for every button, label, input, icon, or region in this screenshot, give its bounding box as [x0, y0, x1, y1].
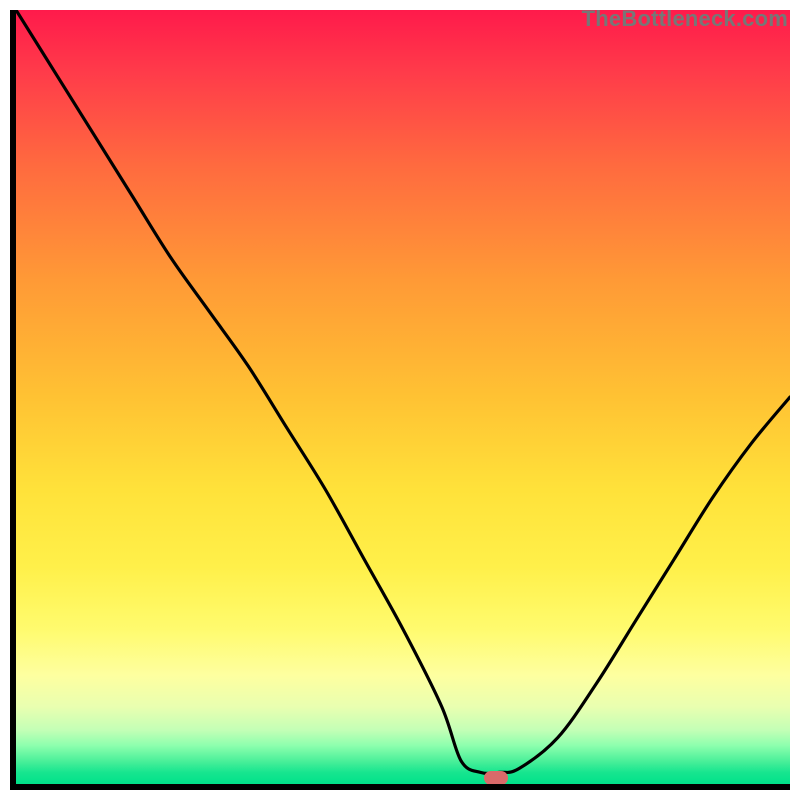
watermark-text: TheBottleneck.com — [582, 6, 788, 32]
bottleneck-chart: TheBottleneck.com — [0, 0, 800, 800]
gradient-background — [16, 10, 790, 784]
plot-area — [10, 10, 790, 790]
